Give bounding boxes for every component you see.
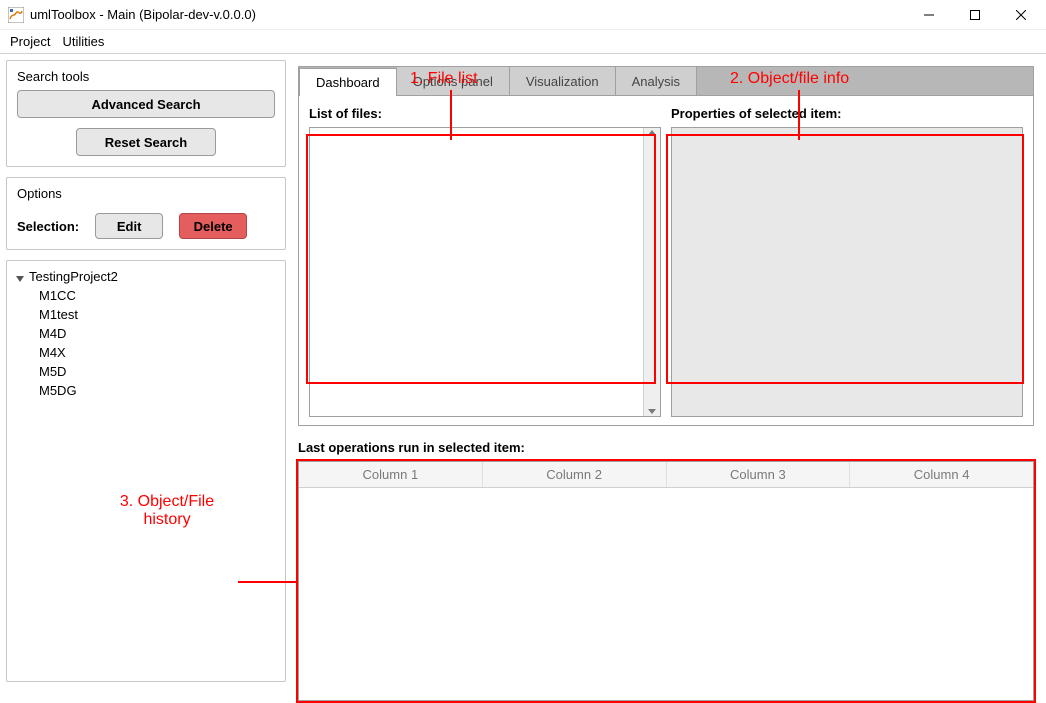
tree-node[interactable]: M5DG xyxy=(39,381,277,400)
tab-visualization[interactable]: Visualization xyxy=(510,67,616,95)
close-button[interactable] xyxy=(998,0,1044,30)
history-table-header: Column 1 Column 2 Column 3 Column 4 xyxy=(299,462,1033,488)
delete-button[interactable]: Delete xyxy=(179,213,247,239)
history-col-4[interactable]: Column 4 xyxy=(850,462,1033,487)
selection-label: Selection: xyxy=(17,219,79,234)
project-tree[interactable]: TestingProject2 M1CCM1testM4DM4XM5DM5DG … xyxy=(6,260,286,682)
edit-button[interactable]: Edit xyxy=(95,213,163,239)
main: Dashboard Options panel Visualization An… xyxy=(292,60,1040,682)
options-panel-title: Options xyxy=(17,186,275,207)
options-panel: Options Selection: Edit Delete xyxy=(6,177,286,250)
caret-down-icon xyxy=(15,272,25,282)
history-col-1[interactable]: Column 1 xyxy=(299,462,483,487)
tab-analysis[interactable]: Analysis xyxy=(616,67,697,95)
tree-node[interactable]: M4D xyxy=(39,324,277,343)
app-icon xyxy=(8,7,24,23)
tree-node[interactable]: M1CC xyxy=(39,286,277,305)
maximize-button[interactable] xyxy=(952,0,998,30)
tree-root-row[interactable]: TestingProject2 xyxy=(15,267,277,286)
tab-dashboard[interactable]: Dashboard xyxy=(299,68,397,96)
tree-root-label: TestingProject2 xyxy=(29,269,118,284)
history-label: Last operations run in selected item: xyxy=(298,426,1034,461)
properties-box xyxy=(671,127,1023,417)
reset-search-button[interactable]: Reset Search xyxy=(76,128,216,156)
file-listbox[interactable] xyxy=(309,127,661,417)
tree-node[interactable]: M4X xyxy=(39,343,277,362)
sidebar: Search tools Advanced Search Reset Searc… xyxy=(6,60,286,682)
annotation-3-label: 3. Object/File history xyxy=(107,493,227,529)
advanced-search-button[interactable]: Advanced Search xyxy=(17,90,275,118)
history-col-2[interactable]: Column 2 xyxy=(483,462,667,487)
search-panel-title: Search tools xyxy=(17,69,275,90)
tree-node[interactable]: M1test xyxy=(39,305,277,324)
tree-node[interactable]: M5D xyxy=(39,362,277,381)
minimize-button[interactable] xyxy=(906,0,952,30)
menu-project[interactable]: Project xyxy=(8,32,52,51)
tab-options-panel[interactable]: Options panel xyxy=(397,67,510,95)
file-list-scrollbar[interactable] xyxy=(643,128,660,416)
window-title: umlToolbox - Main (Bipolar-dev-v.0.0.0) xyxy=(30,7,256,22)
scroll-down-icon xyxy=(648,409,656,414)
titlebar: umlToolbox - Main (Bipolar-dev-v.0.0.0) xyxy=(0,0,1046,30)
search-panel: Search tools Advanced Search Reset Searc… xyxy=(6,60,286,167)
properties-label: Properties of selected item: xyxy=(671,106,1023,127)
menu-utilities[interactable]: Utilities xyxy=(60,32,106,51)
history-col-3[interactable]: Column 3 xyxy=(667,462,851,487)
menubar: Project Utilities xyxy=(0,30,1046,54)
content: Search tools Advanced Search Reset Searc… xyxy=(0,54,1046,688)
scroll-up-icon xyxy=(648,130,656,135)
history-table[interactable]: Column 1 Column 2 Column 3 Column 4 xyxy=(298,461,1034,701)
list-of-files-label: List of files: xyxy=(309,106,661,127)
tabstrip: Dashboard Options panel Visualization An… xyxy=(298,66,1034,96)
dashboard-tab-content: List of files: Properties of selected it… xyxy=(298,96,1034,426)
